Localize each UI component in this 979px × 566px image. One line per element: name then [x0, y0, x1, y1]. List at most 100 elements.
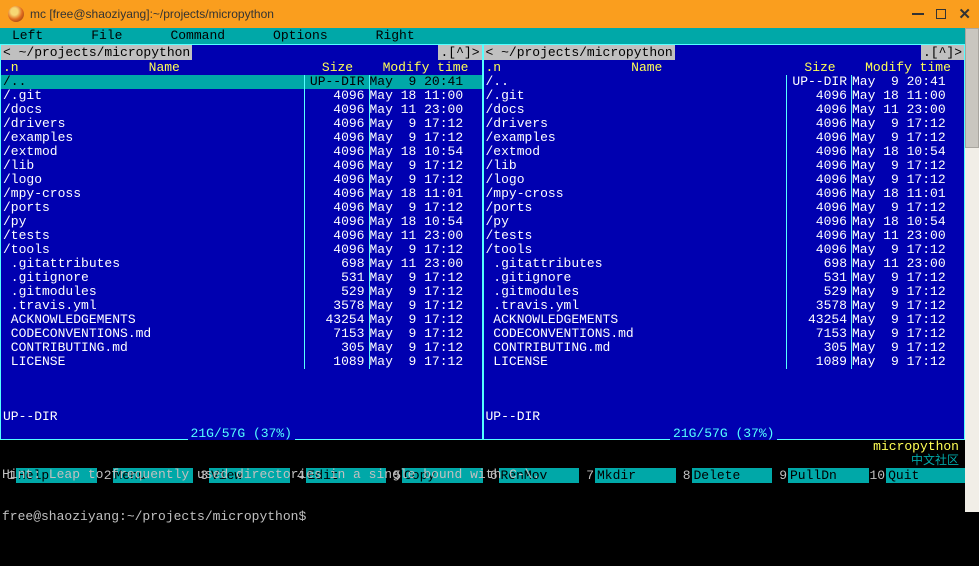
file-row[interactable]: .travis.yml3578May 9 17:12: [484, 299, 965, 313]
col-n-header[interactable]: .n: [484, 60, 506, 75]
file-row[interactable]: .gitattributes698May 11 23:00: [1, 257, 482, 271]
file-row[interactable]: /extmod4096May 18 10:54: [1, 145, 482, 159]
file-size: 4096: [305, 229, 369, 243]
left-path[interactable]: < ~/projects/micropython: [1, 45, 192, 60]
left-footer: UP--DIR: [1, 409, 482, 424]
shell-prompt[interactable]: free@shaoziyang:~/projects/micropython$: [2, 510, 963, 524]
file-row[interactable]: /tools4096May 9 17:12: [1, 243, 482, 257]
file-row[interactable]: /mpy-cross4096May 18 11:01: [484, 187, 965, 201]
file-row[interactable]: CODECONVENTIONS.md7153May 9 17:12: [1, 327, 482, 341]
menu-right[interactable]: Right: [376, 28, 415, 44]
file-row[interactable]: /ports4096May 9 17:12: [1, 201, 482, 215]
file-name: /docs: [1, 103, 304, 117]
file-mtime: May 9 17:12: [370, 327, 482, 341]
left-panel-arrows[interactable]: .[^]>: [438, 45, 481, 60]
file-name: .gitattributes: [1, 257, 304, 271]
file-size: 4096: [787, 89, 851, 103]
menu-file[interactable]: File: [91, 28, 122, 44]
brand-label: micropython: [873, 440, 959, 454]
file-row[interactable]: CODECONVENTIONS.md7153May 9 17:12: [484, 327, 965, 341]
file-row[interactable]: .gitignore531May 9 17:12: [1, 271, 482, 285]
scrollbar-thumb[interactable]: [965, 28, 979, 148]
col-name-header[interactable]: Name: [506, 60, 789, 75]
left-panel: < ~/projects/micropython .[^]> .n Name S…: [0, 44, 483, 440]
file-row[interactable]: ACKNOWLEDGEMENTS43254May 9 17:12: [484, 313, 965, 327]
file-row[interactable]: .travis.yml3578May 9 17:12: [1, 299, 482, 313]
col-size-header[interactable]: Size: [788, 60, 852, 75]
file-row[interactable]: /..UP--DIRMay 9 20:41: [1, 75, 482, 89]
file-mtime: May 18 10:54: [852, 215, 964, 229]
file-name: LICENSE: [1, 355, 304, 369]
right-panel-arrows[interactable]: .[^]>: [921, 45, 964, 60]
file-row[interactable]: /examples4096May 9 17:12: [1, 131, 482, 145]
file-row[interactable]: /tests4096May 11 23:00: [484, 229, 965, 243]
file-row[interactable]: /lib4096May 9 17:12: [1, 159, 482, 173]
file-name: /ports: [484, 201, 787, 215]
file-row[interactable]: .gitignore531May 9 17:12: [484, 271, 965, 285]
right-path[interactable]: < ~/projects/micropython: [484, 45, 675, 60]
file-row[interactable]: CONTRIBUTING.md305May 9 17:12: [484, 341, 965, 355]
file-row[interactable]: /..UP--DIRMay 9 20:41: [484, 75, 965, 89]
file-row[interactable]: /mpy-cross4096May 18 11:01: [1, 187, 482, 201]
file-name: /drivers: [484, 117, 787, 131]
file-name: CONTRIBUTING.md: [1, 341, 304, 355]
col-mtime-header[interactable]: Modify time: [852, 60, 964, 75]
file-size: 7153: [305, 327, 369, 341]
left-file-list[interactable]: /..UP--DIRMay 9 20:41/.git4096May 18 11:…: [1, 75, 482, 409]
file-row[interactable]: /.git4096May 18 11:00: [484, 89, 965, 103]
menu-left[interactable]: Left: [12, 28, 43, 44]
menu-options[interactable]: Options: [273, 28, 328, 44]
col-mtime-header[interactable]: Modify time: [370, 60, 482, 75]
scrollbar[interactable]: [965, 28, 979, 512]
file-row[interactable]: /docs4096May 11 23:00: [484, 103, 965, 117]
file-name: /examples: [1, 131, 304, 145]
file-row[interactable]: LICENSE1089May 9 17:12: [1, 355, 482, 369]
file-mtime: May 18 11:01: [852, 187, 964, 201]
close-button[interactable]: ✕: [958, 5, 971, 23]
file-mtime: May 9 17:12: [852, 271, 964, 285]
col-name-header[interactable]: Name: [23, 60, 306, 75]
file-name: /tools: [484, 243, 787, 257]
file-mtime: May 9 17:12: [370, 313, 482, 327]
file-row[interactable]: /tools4096May 9 17:12: [484, 243, 965, 257]
file-row[interactable]: CONTRIBUTING.md305May 9 17:12: [1, 341, 482, 355]
file-name: .gitignore: [1, 271, 304, 285]
file-row[interactable]: /examples4096May 9 17:12: [484, 131, 965, 145]
file-row[interactable]: /logo4096May 9 17:12: [484, 173, 965, 187]
file-row[interactable]: /logo4096May 9 17:12: [1, 173, 482, 187]
file-mtime: May 9 17:12: [852, 243, 964, 257]
file-mtime: May 18 10:54: [370, 145, 482, 159]
file-mtime: May 18 11:00: [370, 89, 482, 103]
right-file-list[interactable]: /..UP--DIRMay 9 20:41/.git4096May 18 11:…: [484, 75, 965, 409]
maximize-button[interactable]: [936, 9, 946, 19]
file-row[interactable]: /ports4096May 9 17:12: [484, 201, 965, 215]
file-mtime: May 9 17:12: [852, 173, 964, 187]
file-row[interactable]: /drivers4096May 9 17:12: [484, 117, 965, 131]
file-row[interactable]: /drivers4096May 9 17:12: [1, 117, 482, 131]
file-row[interactable]: /py4096May 18 10:54: [1, 215, 482, 229]
file-row[interactable]: /tests4096May 11 23:00: [1, 229, 482, 243]
file-mtime: May 18 11:01: [370, 187, 482, 201]
file-row[interactable]: LICENSE1089May 9 17:12: [484, 355, 965, 369]
file-mtime: May 9 17:12: [370, 131, 482, 145]
file-name: CODECONVENTIONS.md: [484, 327, 787, 341]
col-size-header[interactable]: Size: [306, 60, 370, 75]
file-row[interactable]: /extmod4096May 18 10:54: [484, 145, 965, 159]
minimize-button[interactable]: [912, 13, 924, 15]
col-n-header[interactable]: .n: [1, 60, 23, 75]
file-row[interactable]: .gitmodules529May 9 17:12: [1, 285, 482, 299]
file-mtime: May 9 20:41: [370, 75, 482, 89]
file-mtime: May 9 17:12: [852, 285, 964, 299]
file-row[interactable]: /py4096May 18 10:54: [484, 215, 965, 229]
file-row[interactable]: .gitattributes698May 11 23:00: [484, 257, 965, 271]
file-name: /py: [484, 215, 787, 229]
file-mtime: May 9 17:12: [370, 271, 482, 285]
file-row[interactable]: /docs4096May 11 23:00: [1, 103, 482, 117]
file-name: /extmod: [484, 145, 787, 159]
file-row[interactable]: .gitmodules529May 9 17:12: [484, 285, 965, 299]
file-row[interactable]: /.git4096May 18 11:00: [1, 89, 482, 103]
file-mtime: May 11 23:00: [852, 229, 964, 243]
file-row[interactable]: ACKNOWLEDGEMENTS43254May 9 17:12: [1, 313, 482, 327]
file-row[interactable]: /lib4096May 9 17:12: [484, 159, 965, 173]
menu-command[interactable]: Command: [170, 28, 225, 44]
